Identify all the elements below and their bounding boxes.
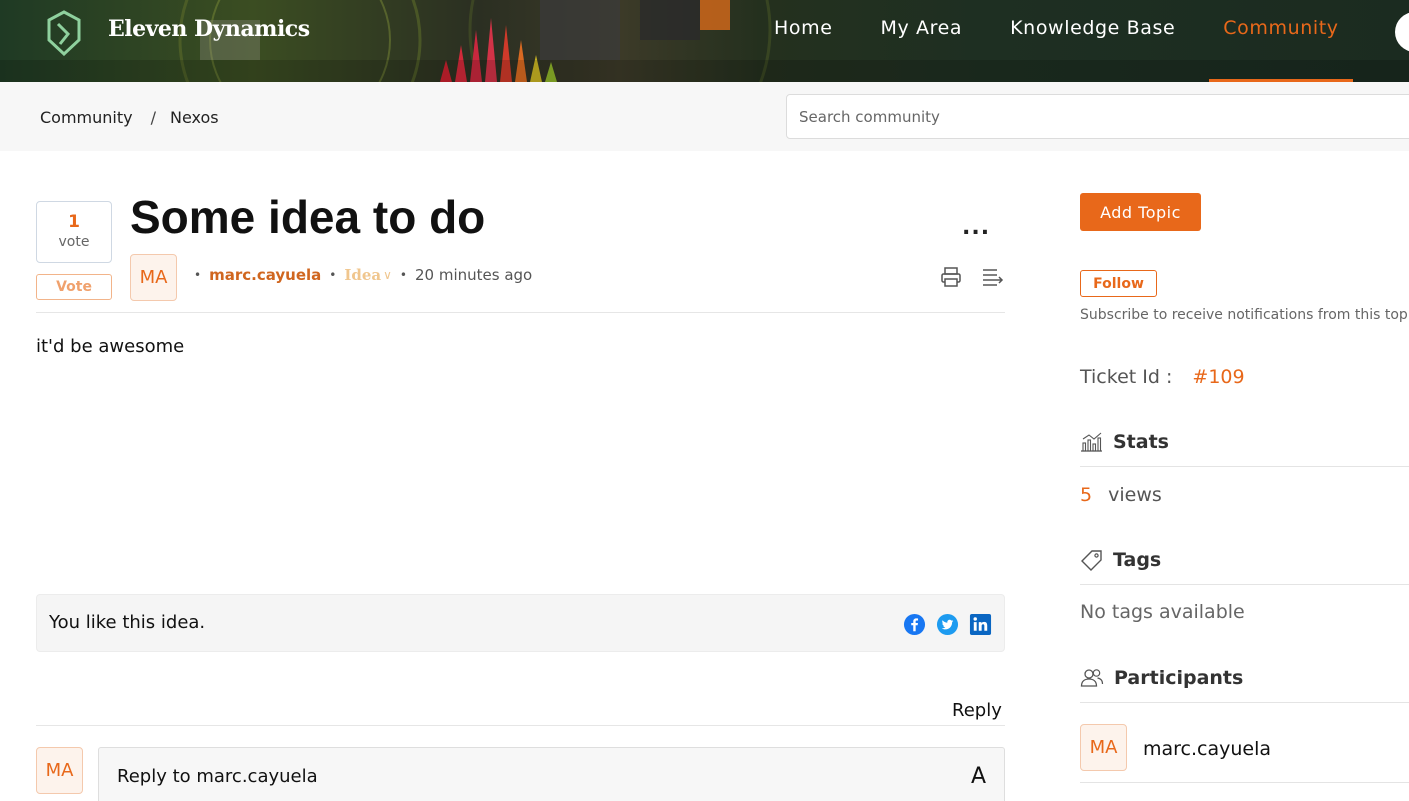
like-bar: You like this idea. bbox=[36, 594, 1005, 652]
subscribe-hint: Subscribe to receive notifications from … bbox=[1080, 307, 1409, 323]
top-header: Eleven Dynamics Home My Area Knowledge B… bbox=[0, 0, 1409, 82]
reply-editor[interactable]: Reply to marc.cayuela A bbox=[98, 747, 1005, 801]
participant-avatar[interactable]: MA bbox=[1080, 724, 1127, 771]
logo[interactable] bbox=[46, 10, 82, 56]
nav-knowledge-base[interactable]: Knowledge Base bbox=[996, 0, 1189, 82]
vote-label: vote bbox=[58, 234, 90, 250]
reading-list-icon[interactable] bbox=[981, 267, 1005, 289]
text-format-icon[interactable]: A bbox=[971, 764, 986, 789]
brand-name[interactable]: Eleven Dynamics bbox=[108, 16, 310, 42]
vote-counter: 1 vote bbox=[36, 201, 112, 263]
users-icon bbox=[1080, 669, 1104, 687]
reply-divider bbox=[36, 725, 1005, 726]
chevron-down-icon[interactable]: ∨ bbox=[383, 268, 392, 282]
topic-meta: • marc.cayuela • Idea ∨ • 20 minutes ago bbox=[186, 266, 532, 284]
tags-heading-label: Tags bbox=[1113, 549, 1162, 571]
main-nav: Home My Area Knowledge Base Community bbox=[760, 0, 1373, 82]
nav-my-area[interactable]: My Area bbox=[867, 0, 977, 82]
nav-community[interactable]: Community bbox=[1209, 0, 1354, 82]
print-icon[interactable] bbox=[940, 266, 962, 288]
reply-link[interactable]: Reply bbox=[952, 700, 1002, 721]
like-status: You like this idea. bbox=[49, 612, 206, 633]
participant-rule bbox=[1080, 782, 1409, 783]
breadcrumb-community[interactable]: Community bbox=[40, 108, 133, 127]
stats-icon bbox=[1081, 432, 1102, 452]
linkedin-icon[interactable] bbox=[969, 613, 992, 636]
views-count: 5 views bbox=[1080, 484, 1162, 506]
participants-rule bbox=[1080, 702, 1409, 703]
meta-dot: • bbox=[399, 268, 407, 282]
category-dropdown[interactable]: Idea bbox=[344, 266, 381, 284]
topic-title: Some idea to do bbox=[130, 191, 486, 243]
stats-rule bbox=[1080, 466, 1409, 467]
search-input[interactable] bbox=[786, 94, 1409, 139]
breadcrumb: Community / Nexos bbox=[40, 108, 219, 127]
logo-icon bbox=[47, 10, 81, 56]
facebook-icon[interactable] bbox=[903, 613, 926, 636]
ticket-id: Ticket Id : #109 bbox=[1080, 366, 1245, 388]
nav-home[interactable]: Home bbox=[760, 0, 847, 82]
tags-rule bbox=[1080, 584, 1409, 585]
topic-divider bbox=[36, 312, 1005, 313]
participants-heading-label: Participants bbox=[1114, 667, 1244, 689]
add-topic-button[interactable]: Add Topic bbox=[1080, 193, 1201, 231]
vote-count: 1 bbox=[68, 212, 80, 232]
ticket-id-value: #109 bbox=[1192, 366, 1245, 388]
breadcrumb-separator: / bbox=[150, 108, 156, 127]
ticket-id-label: Ticket Id : bbox=[1080, 366, 1173, 388]
stats-heading-label: Stats bbox=[1113, 431, 1169, 453]
author-link[interactable]: marc.cayuela bbox=[209, 266, 321, 284]
views-label: views bbox=[1108, 484, 1162, 506]
meta-dot: • bbox=[329, 268, 337, 282]
breadcrumb-nexos[interactable]: Nexos bbox=[170, 108, 219, 127]
sub-header: Community / Nexos bbox=[0, 82, 1409, 151]
author-avatar[interactable]: MA bbox=[130, 254, 177, 301]
vote-button[interactable]: Vote bbox=[36, 274, 112, 300]
more-options-button[interactable]: ... bbox=[962, 215, 990, 240]
tag-icon bbox=[1081, 550, 1102, 571]
views-number: 5 bbox=[1080, 484, 1093, 506]
tags-heading: Tags bbox=[1080, 549, 1161, 571]
no-tags-text: No tags available bbox=[1080, 601, 1245, 623]
current-user-avatar: MA bbox=[36, 747, 83, 794]
participant-name[interactable]: marc.cayuela bbox=[1143, 738, 1271, 760]
participants-heading: Participants bbox=[1080, 667, 1243, 689]
stats-heading: Stats bbox=[1080, 431, 1169, 453]
meta-dot: • bbox=[194, 268, 202, 282]
reply-editor-label: Reply to marc.cayuela bbox=[117, 766, 318, 787]
twitter-icon[interactable] bbox=[936, 613, 959, 636]
topic-body: it'd be awesome bbox=[36, 336, 185, 357]
follow-button[interactable]: Follow bbox=[1080, 270, 1157, 297]
topic-time: 20 minutes ago bbox=[415, 266, 533, 284]
